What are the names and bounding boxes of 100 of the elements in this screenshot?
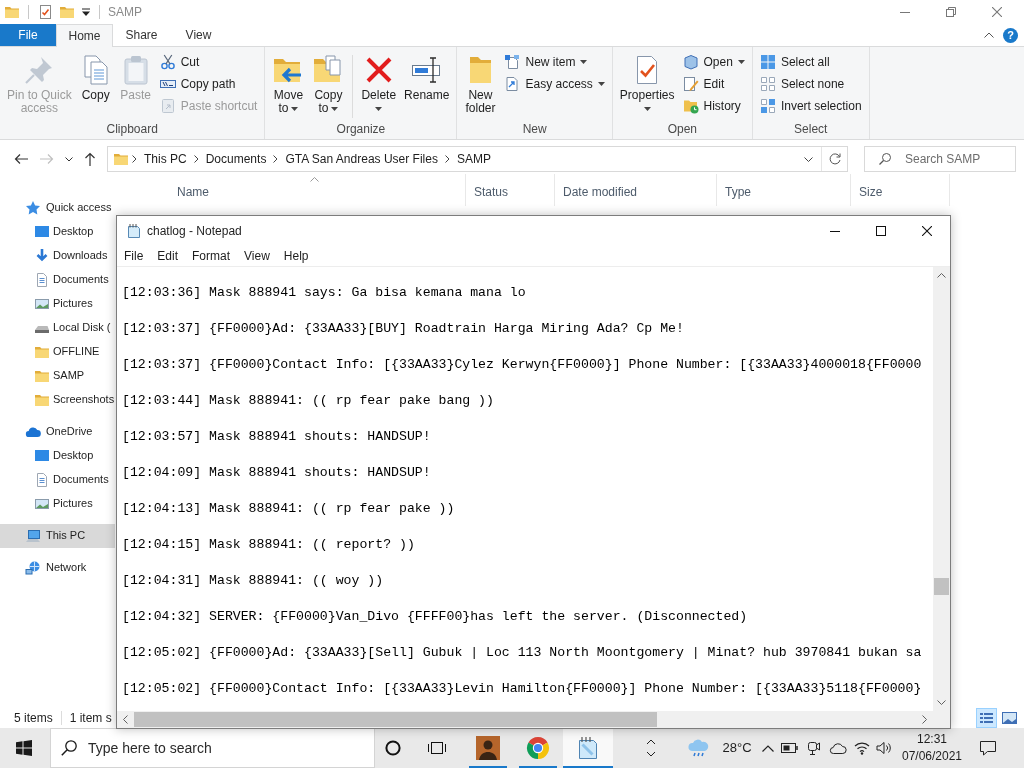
ribbon-button[interactable]: Cut bbox=[156, 51, 261, 73]
page-arrow-icon bbox=[504, 76, 521, 92]
sidebar-item[interactable]: Downloads bbox=[0, 244, 115, 268]
help-button[interactable]: ? bbox=[1003, 27, 1018, 43]
column-header[interactable]: Status bbox=[466, 174, 555, 206]
ribbon-button[interactable]: Invert selection bbox=[756, 95, 865, 117]
clock-time[interactable]: 12:31 bbox=[917, 731, 947, 748]
group-label: Open bbox=[666, 122, 699, 138]
ribbon-button[interactable]: Copy to bbox=[309, 47, 348, 122]
address-bar[interactable]: This PC Documents GTA San Andreas User Files SAMP bbox=[107, 146, 848, 172]
breadcrumb[interactable]: This PC bbox=[140, 151, 191, 167]
collapse-caret-icon[interactable] bbox=[984, 32, 994, 38]
windows-logo-icon[interactable] bbox=[16, 740, 32, 756]
text-line: [12:03:37] {FF0000}Contact Info: [{33AA33}Cylez Kerwyn{FF0000}] Phone Number: [{33AA33}4000018{FF0000 bbox=[122, 356, 923, 374]
sidebar-item[interactable]: Pictures bbox=[0, 292, 115, 316]
sidebar-item[interactable]: This PC bbox=[0, 524, 115, 548]
ribbon-button[interactable]: Select none bbox=[756, 73, 865, 95]
network-icon bbox=[25, 560, 41, 576]
column-header[interactable]: Name bbox=[165, 174, 466, 206]
scroll-right-icon[interactable] bbox=[922, 715, 927, 724]
search-field[interactable]: Type here to search bbox=[50, 728, 375, 768]
chevron-stack-icon[interactable] bbox=[646, 739, 656, 757]
sidebar-item[interactable]: OneDrive bbox=[0, 420, 115, 444]
round-logo-icon bbox=[526, 736, 550, 760]
ribbon-button[interactable]: Edit bbox=[679, 73, 748, 95]
cloud-icon bbox=[25, 424, 41, 440]
breadcrumb[interactable]: Documents bbox=[201, 151, 271, 167]
scrollbar-thumb[interactable] bbox=[934, 578, 949, 595]
up-arrow-icon[interactable] bbox=[84, 152, 96, 166]
ring-icon[interactable] bbox=[385, 740, 401, 756]
menu-item[interactable]: Help bbox=[276, 246, 316, 266]
chevron-right-icon[interactable] bbox=[132, 155, 137, 163]
restore-icon[interactable] bbox=[946, 7, 956, 17]
ribbon-button[interactable]: New item bbox=[501, 51, 608, 73]
ribbon-button[interactable]: History bbox=[679, 95, 748, 117]
wifi-icon[interactable] bbox=[854, 741, 870, 755]
temperature[interactable]: 28°C bbox=[722, 739, 752, 757]
ribbon-button[interactable]: Copy bbox=[76, 47, 115, 122]
column-header[interactable]: Date modified bbox=[555, 174, 717, 206]
caret-up-icon[interactable] bbox=[762, 744, 774, 752]
text-line: [12:03:37] {FF0000}Ad: {33AA33}[BUY] Roadtrain Harga Miring Ada? Cp Me! bbox=[122, 320, 685, 338]
scroll-down-icon[interactable] bbox=[937, 700, 946, 705]
sidebar-item[interactable]: Screenshots bbox=[0, 388, 115, 412]
column-header[interactable]: Type bbox=[717, 174, 851, 206]
chevron-right-icon[interactable] bbox=[444, 155, 450, 163]
scrollbar-thumb[interactable] bbox=[134, 712, 657, 727]
breadcrumb[interactable]: SAMP bbox=[452, 151, 495, 167]
sidebar-item[interactable]: Quick access bbox=[0, 196, 115, 220]
text-line: [12:03:57] Mask 888941 shouts: HANDSUP! bbox=[122, 428, 432, 446]
notification-icon[interactable] bbox=[979, 740, 997, 756]
folder-icon bbox=[4, 4, 20, 20]
menu-item[interactable]: Edit bbox=[150, 246, 186, 266]
sidebar-item[interactable]: Pictures bbox=[0, 492, 115, 516]
sidebar-item[interactable]: OFFLINE bbox=[0, 340, 115, 364]
sidebar-item[interactable]: Documents bbox=[0, 468, 115, 492]
ribbon-button[interactable]: New folder bbox=[461, 47, 500, 122]
ribbon-button[interactable]: Open bbox=[679, 51, 748, 73]
close-icon[interactable] bbox=[922, 226, 932, 236]
clock-date[interactable]: 07/06/2021 bbox=[901, 748, 963, 765]
scroll-up-icon[interactable] bbox=[937, 273, 946, 278]
chevron-down-icon[interactable] bbox=[65, 156, 73, 162]
page-check-icon[interactable] bbox=[37, 4, 53, 20]
task-view-icon[interactable] bbox=[427, 740, 447, 756]
ribbon-button[interactable]: Delete bbox=[358, 47, 400, 122]
ribbon-button[interactable]: Move to bbox=[269, 47, 308, 122]
camera-icon[interactable] bbox=[807, 740, 821, 756]
menu-item[interactable]: View bbox=[237, 246, 277, 266]
maximize-icon[interactable] bbox=[876, 226, 886, 236]
file-tab[interactable]: File bbox=[0, 24, 56, 46]
chevron-right-icon[interactable] bbox=[193, 155, 199, 163]
ribbon-tab[interactable]: View bbox=[170, 24, 227, 46]
menu-item[interactable]: Format bbox=[185, 246, 238, 266]
sidebar-item[interactable]: Documents bbox=[0, 268, 115, 292]
ribbon-button[interactable]: Copy path bbox=[156, 73, 261, 95]
dropdown-icon[interactable] bbox=[81, 7, 91, 17]
chevron-right-icon[interactable] bbox=[273, 155, 279, 163]
speaker-icon[interactable] bbox=[876, 741, 892, 755]
scroll-left-icon[interactable] bbox=[123, 715, 128, 724]
sidebar-item[interactable]: Desktop bbox=[0, 444, 115, 468]
ribbon-button[interactable]: Select all bbox=[756, 51, 865, 73]
battery-icon[interactable] bbox=[781, 743, 799, 753]
refresh-icon[interactable] bbox=[828, 153, 841, 165]
page-pencil-icon bbox=[682, 76, 699, 92]
ribbon-button[interactable]: Properties bbox=[616, 47, 678, 122]
details-view-icon[interactable] bbox=[976, 708, 997, 728]
ribbon-button[interactable]: Rename bbox=[401, 47, 453, 122]
column-header[interactable]: Size bbox=[851, 174, 950, 206]
ribbon-tab[interactable]: Share bbox=[113, 24, 170, 46]
cloud-icon[interactable] bbox=[829, 742, 847, 754]
ribbon-tab[interactable]: Home bbox=[56, 24, 113, 47]
chevron-down-icon[interactable] bbox=[803, 156, 813, 162]
sidebar-item[interactable]: SAMP bbox=[0, 364, 115, 388]
sidebar-item[interactable]: Local Disk ( bbox=[0, 316, 115, 340]
breadcrumb[interactable]: GTA San Andreas User Files bbox=[281, 151, 442, 167]
back-arrow-icon[interactable] bbox=[14, 153, 28, 165]
menu-item[interactable]: File bbox=[117, 246, 151, 266]
search-field[interactable]: Search SAMP bbox=[864, 146, 1016, 172]
sidebar-item[interactable]: Desktop bbox=[0, 220, 115, 244]
sidebar-item[interactable]: Network bbox=[0, 556, 115, 580]
ribbon-button[interactable]: Easy access bbox=[501, 73, 608, 95]
